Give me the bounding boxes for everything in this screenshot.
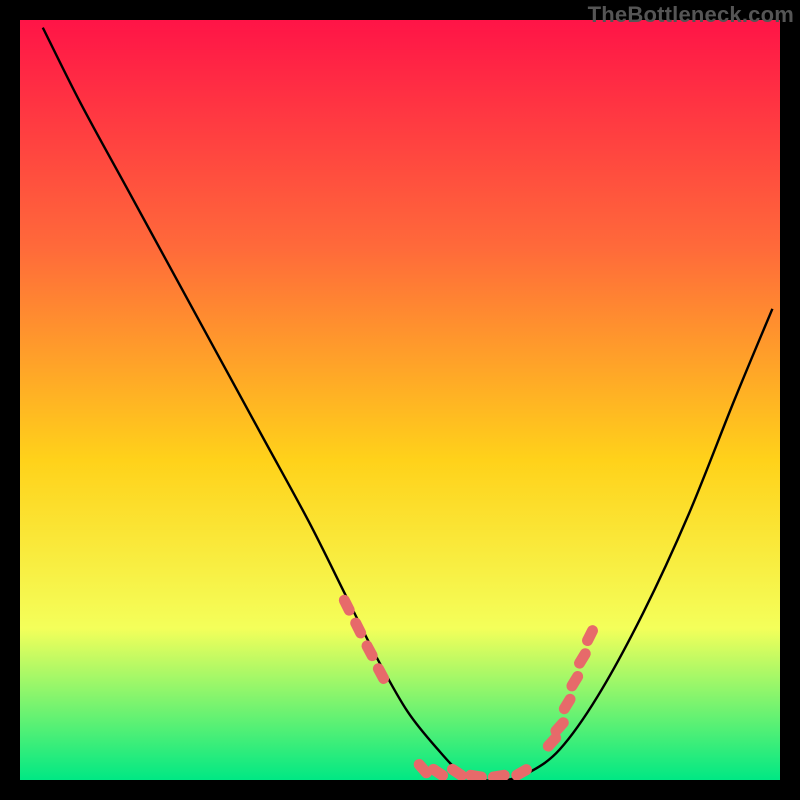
chart-svg [20,20,780,780]
watermark-text: TheBottleneck.com [588,2,794,28]
chart-background [20,20,780,780]
chart-plot-area [20,20,780,780]
chart-frame: TheBottleneck.com [0,0,800,800]
